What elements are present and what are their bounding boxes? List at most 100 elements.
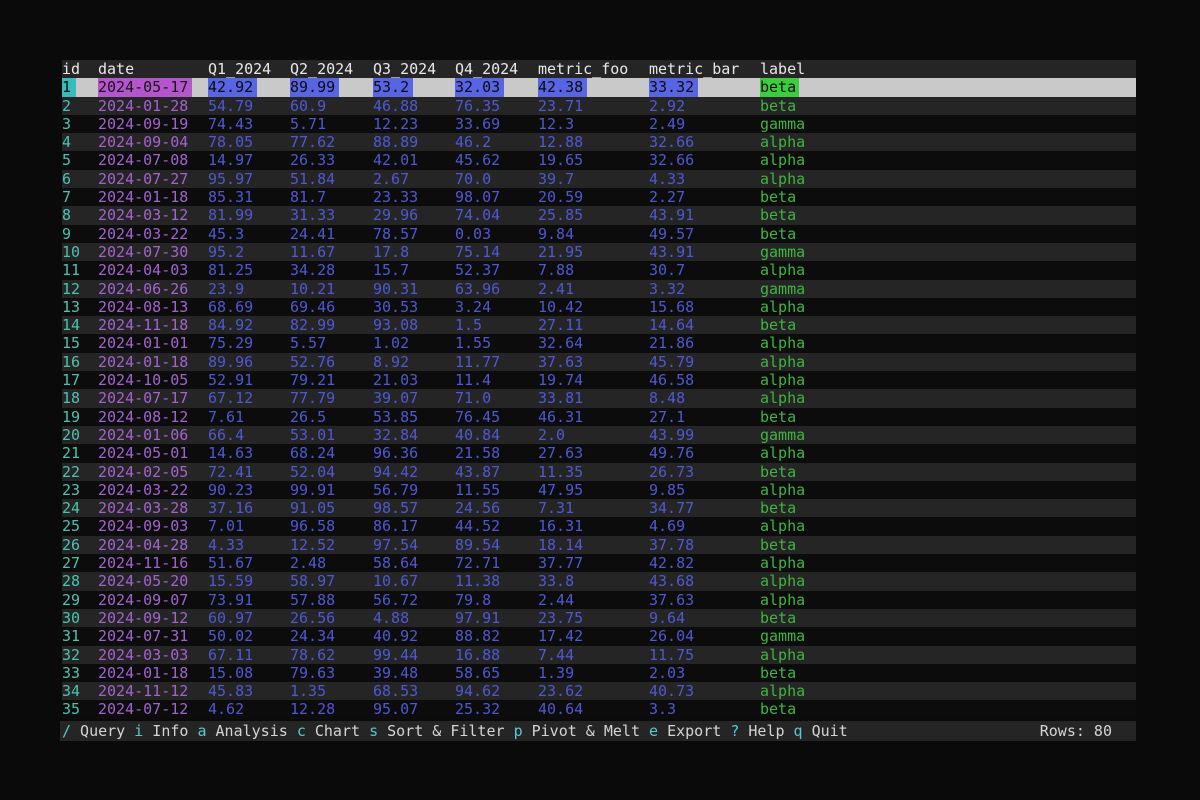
cell-q2[interactable]: 99.91: [290, 481, 373, 499]
cell-id[interactable]: 8: [62, 206, 98, 224]
table-row[interactable]: 292024-09-0773.9157.8856.7279.82.4437.63…: [62, 591, 1136, 609]
cell-q3[interactable]: 56.79: [373, 481, 455, 499]
cell-id[interactable]: 9: [62, 225, 98, 243]
cell-metric_bar[interactable]: 37.78: [649, 536, 760, 554]
cell-metric_bar[interactable]: 32.66: [649, 133, 760, 151]
cell-q1[interactable]: 67.11: [208, 646, 290, 664]
cell-q2[interactable]: 10.21: [290, 280, 373, 298]
cell-id[interactable]: 28: [62, 572, 98, 590]
cell-date[interactable]: 2024-05-20: [98, 572, 208, 590]
column-header-date[interactable]: date: [98, 60, 208, 78]
cell-date[interactable]: 2024-07-31: [98, 627, 208, 645]
cell-date[interactable]: 2024-09-07: [98, 591, 208, 609]
cell-metric_foo[interactable]: 12.88: [538, 133, 649, 151]
cell-q1[interactable]: 54.79: [208, 97, 290, 115]
cell-id[interactable]: 6: [62, 170, 98, 188]
cell-date[interactable]: 2024-03-22: [98, 481, 208, 499]
cell-q2[interactable]: 69.46: [290, 298, 373, 316]
table-row[interactable]: 312024-07-3150.0224.3440.9288.8217.4226.…: [62, 627, 1136, 645]
cell-q3[interactable]: 56.72: [373, 591, 455, 609]
cell-label[interactable]: alpha: [760, 389, 1136, 407]
cell-id[interactable]: 16: [62, 353, 98, 371]
cell-id[interactable]: 2: [62, 97, 98, 115]
cell-date[interactable]: 2024-05-01: [98, 444, 208, 462]
cell-q4[interactable]: 21.58: [455, 444, 538, 462]
cell-metric_bar[interactable]: 8.48: [649, 389, 760, 407]
cell-metric_foo[interactable]: 2.44: [538, 591, 649, 609]
cell-q3[interactable]: 8.92: [373, 353, 455, 371]
cell-metric_bar[interactable]: 43.91: [649, 206, 760, 224]
cell-q2[interactable]: 11.67: [290, 243, 373, 261]
cell-q2[interactable]: 91.05: [290, 499, 373, 517]
table-row[interactable]: 82024-03-1281.9931.3329.9674.0425.8543.9…: [62, 206, 1136, 224]
cell-metric_foo[interactable]: 7.31: [538, 499, 649, 517]
cell-date[interactable]: 2024-07-30: [98, 243, 208, 261]
cell-metric_bar[interactable]: 15.68: [649, 298, 760, 316]
cell-q2[interactable]: 89.99: [290, 78, 373, 96]
cell-q4[interactable]: 25.32: [455, 700, 538, 718]
cell-q3[interactable]: 40.92: [373, 627, 455, 645]
cell-metric_bar[interactable]: 26.04: [649, 627, 760, 645]
cell-q3[interactable]: 86.17: [373, 517, 455, 535]
cell-metric_foo[interactable]: 7.88: [538, 261, 649, 279]
cell-q3[interactable]: 42.01: [373, 151, 455, 169]
cell-metric_foo[interactable]: 19.74: [538, 371, 649, 389]
cell-id[interactable]: 27: [62, 554, 98, 572]
table-row[interactable]: 122024-06-2623.910.2190.3163.962.413.32g…: [62, 280, 1136, 298]
cell-q1[interactable]: 90.23: [208, 481, 290, 499]
cell-q4[interactable]: 1.5: [455, 316, 538, 334]
cell-date[interactable]: 2024-08-12: [98, 408, 208, 426]
cell-q1[interactable]: 67.12: [208, 389, 290, 407]
cell-q1[interactable]: 81.99: [208, 206, 290, 224]
table-row[interactable]: 102024-07-3095.211.6717.875.1421.9543.91…: [62, 243, 1136, 261]
cell-metric_foo[interactable]: 21.95: [538, 243, 649, 261]
cell-label[interactable]: alpha: [760, 481, 1136, 499]
cell-q1[interactable]: 4.62: [208, 700, 290, 718]
cell-q1[interactable]: 42.92: [208, 78, 290, 96]
cell-q2[interactable]: 31.33: [290, 206, 373, 224]
cell-metric_bar[interactable]: 34.77: [649, 499, 760, 517]
cell-metric_bar[interactable]: 30.7: [649, 261, 760, 279]
cell-label[interactable]: alpha: [760, 353, 1136, 371]
cell-id[interactable]: 15: [62, 334, 98, 352]
cell-label[interactable]: beta: [760, 316, 1136, 334]
cell-q4[interactable]: 88.82: [455, 627, 538, 645]
cell-q2[interactable]: 57.88: [290, 591, 373, 609]
cell-id[interactable]: 12: [62, 280, 98, 298]
cell-metric_bar[interactable]: 43.99: [649, 426, 760, 444]
cell-q1[interactable]: 50.02: [208, 627, 290, 645]
cell-id[interactable]: 32: [62, 646, 98, 664]
cell-label[interactable]: gamma: [760, 115, 1136, 133]
cell-metric_bar[interactable]: 26.73: [649, 463, 760, 481]
column-header-q3[interactable]: Q3_2024: [373, 60, 455, 78]
cell-q2[interactable]: 58.97: [290, 572, 373, 590]
cell-date[interactable]: 2024-03-22: [98, 225, 208, 243]
cell-metric_foo[interactable]: 18.14: [538, 536, 649, 554]
cell-date[interactable]: 2024-03-03: [98, 646, 208, 664]
cell-id[interactable]: 14: [62, 316, 98, 334]
cell-metric_foo[interactable]: 20.59: [538, 188, 649, 206]
cell-q2[interactable]: 78.62: [290, 646, 373, 664]
cell-metric_foo[interactable]: 23.62: [538, 682, 649, 700]
cell-id[interactable]: 20: [62, 426, 98, 444]
cell-q1[interactable]: 74.43: [208, 115, 290, 133]
cell-q3[interactable]: 2.67: [373, 170, 455, 188]
cell-id[interactable]: 7: [62, 188, 98, 206]
cell-label[interactable]: alpha: [760, 646, 1136, 664]
cell-metric_bar[interactable]: 3.32: [649, 280, 760, 298]
cell-q4[interactable]: 45.62: [455, 151, 538, 169]
cell-q3[interactable]: 96.36: [373, 444, 455, 462]
table-row[interactable]: 22024-01-2854.7960.946.8876.3523.712.92b…: [62, 97, 1136, 115]
menu-item-query[interactable]: / Query: [62, 722, 125, 740]
cell-metric_foo[interactable]: 37.77: [538, 554, 649, 572]
cell-label[interactable]: beta: [760, 97, 1136, 115]
cell-q1[interactable]: 7.01: [208, 517, 290, 535]
cell-id[interactable]: 10: [62, 243, 98, 261]
cell-q3[interactable]: 88.89: [373, 133, 455, 151]
cell-id[interactable]: 4: [62, 133, 98, 151]
cell-q4[interactable]: 72.71: [455, 554, 538, 572]
cell-metric_foo[interactable]: 40.64: [538, 700, 649, 718]
table-row[interactable]: 342024-11-1245.831.3568.5394.6223.6240.7…: [62, 682, 1136, 700]
cell-q1[interactable]: 14.97: [208, 151, 290, 169]
table-row[interactable]: 242024-03-2837.1691.0598.5724.567.3134.7…: [62, 499, 1136, 517]
